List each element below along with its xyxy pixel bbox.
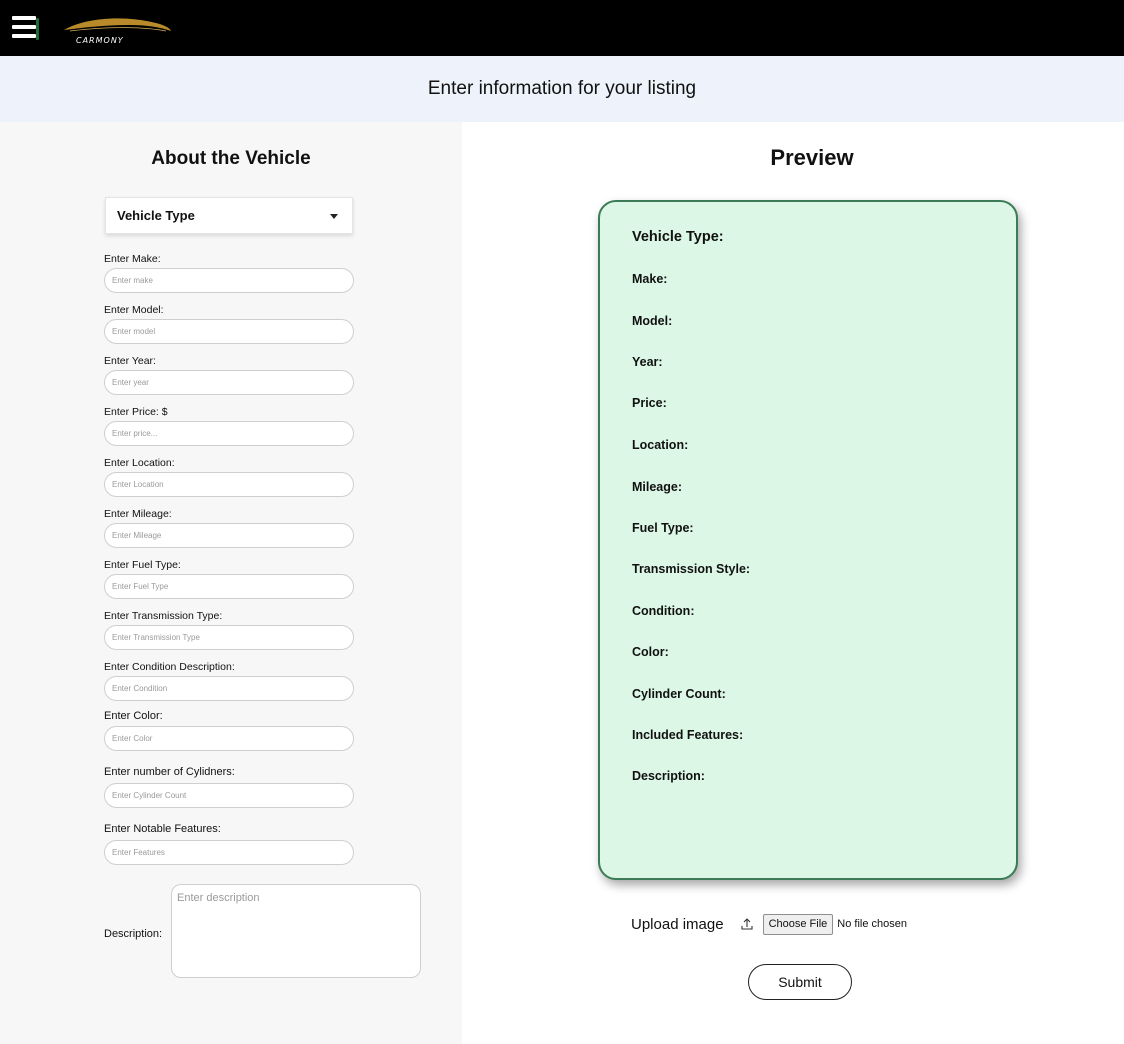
- mileage-label: Enter Mileage:: [104, 508, 172, 520]
- hamburger-menu-icon[interactable]: [12, 16, 39, 44]
- preview-card: Vehicle Type: Make: Model: Year: Price: …: [598, 200, 1018, 880]
- transmission-input[interactable]: [104, 625, 354, 650]
- vehicle-type-dropdown[interactable]: Vehicle Type: [105, 197, 353, 234]
- location-input[interactable]: [104, 472, 354, 497]
- page-title-band: Enter information for your listing: [0, 56, 1124, 122]
- submit-button[interactable]: Submit: [748, 964, 852, 1000]
- cylinders-label: Enter number of Cylidners:: [104, 766, 235, 778]
- file-status-text: No file chosen: [837, 918, 907, 930]
- preview-cylinder-count: Cylinder Count:: [632, 687, 726, 701]
- year-label: Enter Year:: [104, 355, 156, 367]
- make-label: Enter Make:: [104, 253, 161, 265]
- preview-price: Price:: [632, 396, 667, 410]
- preview-condition: Condition:: [632, 604, 695, 618]
- description-textarea[interactable]: [171, 884, 421, 978]
- make-input[interactable]: [104, 268, 354, 293]
- preview-title: Preview: [770, 145, 854, 170]
- preview-color: Color:: [632, 645, 669, 659]
- carmony-logo[interactable]: CARMONY: [60, 10, 172, 48]
- model-label: Enter Model:: [104, 304, 164, 316]
- price-label: Enter Price: $: [104, 406, 168, 418]
- condition-label: Enter Condition Description:: [104, 661, 235, 673]
- condition-input[interactable]: [104, 676, 354, 701]
- location-label: Enter Location:: [104, 457, 175, 469]
- chevron-down-icon: [330, 214, 338, 219]
- preview-location: Location:: [632, 438, 689, 452]
- preview-vehicle-type: Vehicle Type:: [632, 229, 724, 245]
- preview-panel: Preview Vehicle Type: Make: Model: Year:…: [462, 122, 1124, 1044]
- preview-description: Description:: [632, 769, 705, 783]
- preview-model: Model:: [632, 314, 673, 328]
- model-input[interactable]: [104, 319, 354, 344]
- vehicle-form-panel: About the Vehicle Vehicle Type Enter Mak…: [0, 122, 462, 1044]
- fuel-type-input[interactable]: [104, 574, 354, 599]
- top-navbar: CARMONY: [0, 0, 1124, 56]
- fuel-type-label: Enter Fuel Type:: [104, 559, 181, 571]
- page-title: Enter information for your listing: [427, 78, 697, 99]
- preview-year: Year:: [632, 355, 663, 369]
- mileage-input[interactable]: [104, 523, 354, 548]
- color-label: Enter Color:: [104, 710, 163, 722]
- transmission-label: Enter Transmission Type:: [104, 610, 223, 622]
- form-title: About the Vehicle: [151, 148, 311, 169]
- description-label: Description:: [104, 928, 163, 940]
- preview-features: Included Features:: [632, 728, 744, 742]
- year-input[interactable]: [104, 370, 354, 395]
- upload-icon: [741, 918, 753, 930]
- features-input[interactable]: [104, 840, 354, 865]
- choose-file-button[interactable]: Choose File: [762, 913, 834, 935]
- color-input[interactable]: [104, 726, 354, 751]
- cylinders-input[interactable]: [104, 783, 354, 808]
- preview-fuel-type: Fuel Type:: [632, 521, 694, 535]
- preview-transmission: Transmission Style:: [632, 562, 751, 576]
- features-label: Enter Notable Features:: [104, 823, 221, 835]
- preview-mileage: Mileage:: [632, 480, 683, 494]
- upload-row: Upload image Choose File No file chosen: [631, 913, 907, 935]
- preview-make: Make:: [632, 272, 668, 286]
- price-input[interactable]: [104, 421, 354, 446]
- svg-text:CARMONY: CARMONY: [76, 36, 124, 45]
- vehicle-type-label: Vehicle Type: [117, 208, 195, 223]
- upload-label: Upload image: [631, 915, 724, 933]
